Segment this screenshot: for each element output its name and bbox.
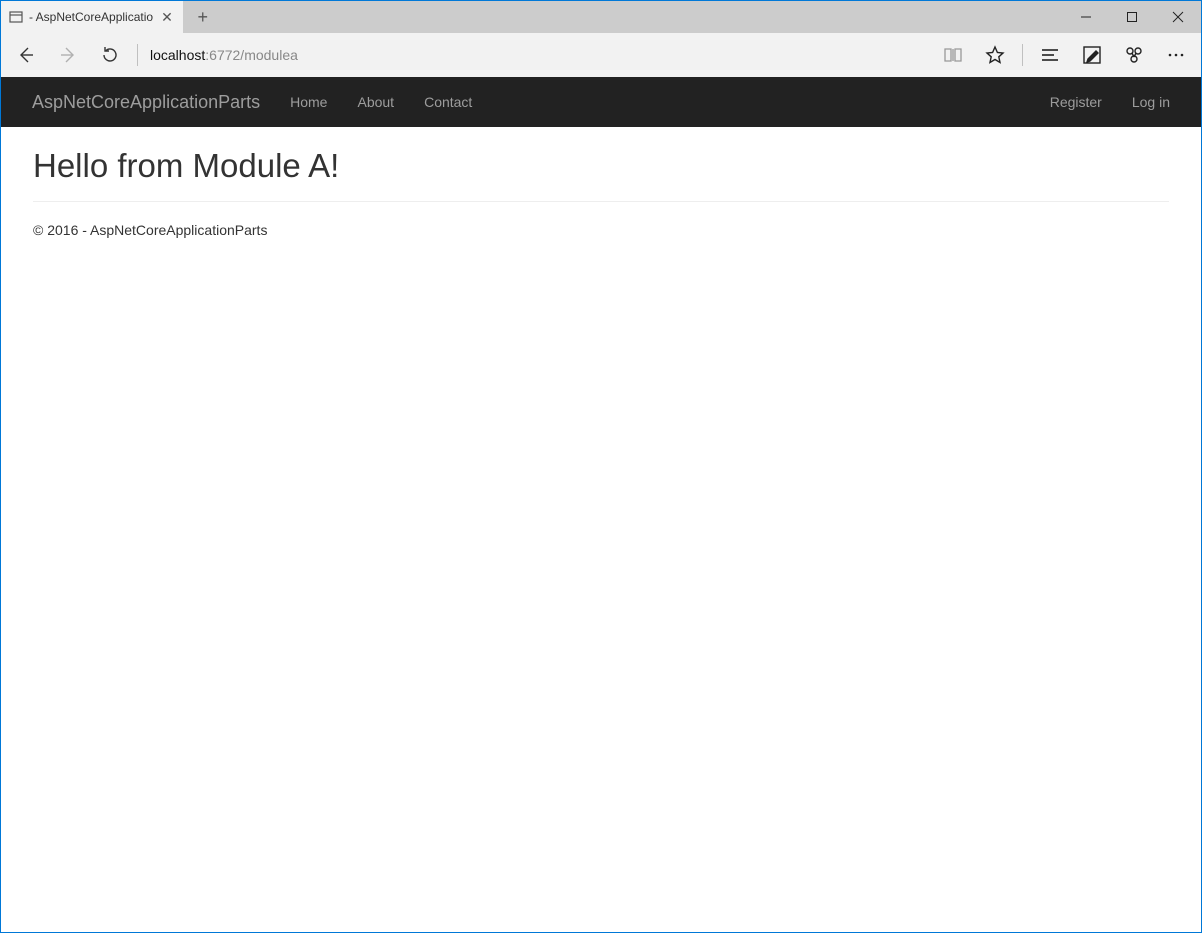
nav-links-left: Home About Contact [275,77,487,127]
web-note-icon[interactable] [1071,33,1113,77]
maximize-button[interactable] [1109,1,1155,33]
nav-link-contact[interactable]: Contact [409,77,487,127]
reading-view-icon[interactable] [932,33,974,77]
nav-links-right: Register Log in [1035,77,1185,127]
back-button[interactable] [5,33,47,77]
navbar-brand[interactable]: AspNetCoreApplicationParts [17,92,275,113]
minimize-button[interactable] [1063,1,1109,33]
share-icon[interactable] [1113,33,1155,77]
refresh-button[interactable] [89,33,131,77]
icons-divider [1022,44,1023,66]
browser-tab-title: - AspNetCoreApplicatio [29,10,153,24]
address-bar[interactable]: localhost:6772/modulea [144,47,932,63]
url-host: localhost [150,47,205,63]
browser-address-row: localhost:6772/modulea [1,33,1201,77]
hub-icon[interactable] [1029,33,1071,77]
page-icon [9,10,23,24]
nav-link-about[interactable]: About [342,77,409,127]
page-body: Hello from Module A! © 2016 - AspNetCore… [1,127,1201,258]
site-navbar: AspNetCoreApplicationParts Home About Co… [1,77,1201,127]
url-path: :6772/modulea [205,47,298,63]
browser-title-bar: - AspNetCoreApplicatio ✕ + [1,1,1201,33]
nav-link-register[interactable]: Register [1035,77,1117,127]
window-controls [1063,1,1201,33]
more-icon[interactable] [1155,33,1197,77]
new-tab-button[interactable]: + [183,1,223,33]
tab-close-icon[interactable]: ✕ [159,10,175,24]
address-divider [137,44,138,66]
forward-button[interactable] [47,33,89,77]
page-heading: Hello from Module A! [33,147,1169,185]
footer-text: © 2016 - AspNetCoreApplicationParts [33,222,1169,238]
nav-link-home[interactable]: Home [275,77,342,127]
browser-tab[interactable]: - AspNetCoreApplicatio ✕ [1,1,183,33]
favorite-icon[interactable] [974,33,1016,77]
close-button[interactable] [1155,1,1201,33]
browser-right-icons [932,33,1197,77]
nav-link-login[interactable]: Log in [1117,77,1185,127]
content-divider [33,201,1169,202]
